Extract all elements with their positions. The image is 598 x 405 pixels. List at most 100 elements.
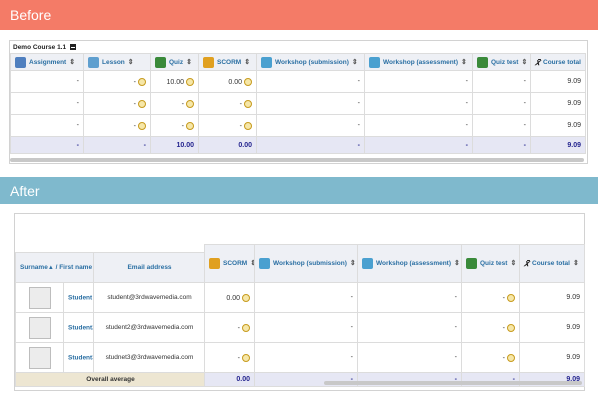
grade-cell[interactable]: 9.09 [519, 312, 585, 343]
grade-cell[interactable]: - [10, 92, 84, 115]
grade-cell[interactable]: - [83, 114, 151, 137]
before-scrollbar[interactable] [10, 158, 584, 162]
analysis-icon[interactable] [244, 99, 252, 108]
column-header[interactable]: 𝑥̄Course total⇕ [519, 244, 585, 283]
grade-cell[interactable]: - [256, 70, 365, 93]
grade-cell[interactable]: 9.09 [519, 342, 585, 373]
collapse-icon[interactable] [70, 44, 77, 50]
after-scrollbar[interactable] [324, 381, 582, 385]
grade-cell[interactable]: 0.00 [198, 70, 257, 93]
grade-cell[interactable]: - [254, 312, 358, 343]
analysis-icon[interactable] [138, 121, 146, 130]
column-header[interactable]: Workshop (assessment) ⇕ [364, 53, 473, 71]
column-header-label[interactable]: Workshop (submission) [273, 260, 347, 267]
grade-cell[interactable]: - [472, 92, 531, 115]
avatar[interactable] [28, 346, 51, 369]
column-header-label[interactable]: Quiz [169, 59, 183, 66]
sort-icon[interactable]: ⇕ [186, 59, 192, 66]
column-header-label[interactable]: Workshop (assessment) [383, 59, 458, 66]
sort-icon[interactable]: ⇕ [461, 59, 467, 66]
column-header[interactable]: 𝑥̄Course total⇕ [530, 53, 586, 71]
grade-cell[interactable]: - [461, 282, 520, 313]
grade-cell[interactable]: - [364, 114, 473, 137]
column-header[interactable]: Quiz ⇕ [150, 53, 199, 71]
column-header[interactable]: Workshop (submission) ⇕ [256, 53, 365, 71]
first-name-sort-link[interactable]: First name [59, 264, 92, 271]
sort-icon[interactable]: ⇕ [521, 59, 527, 66]
analysis-icon[interactable] [244, 121, 252, 130]
column-header[interactable]: Lesson ⇕ [83, 53, 151, 71]
grade-cell[interactable]: 10.00 [150, 70, 199, 93]
column-header[interactable]: Quiz test ⇕ [472, 53, 531, 71]
grade-cell[interactable]: - [256, 92, 365, 115]
avatar[interactable] [28, 316, 51, 339]
grade-cell[interactable]: - [364, 92, 473, 115]
analysis-icon[interactable] [138, 99, 146, 108]
grade-cell[interactable]: - [204, 312, 255, 343]
email-header-label[interactable]: Email address [127, 264, 171, 271]
analysis-icon[interactable] [186, 77, 194, 86]
sort-icon[interactable]: ⇕ [573, 260, 579, 267]
grade-cell[interactable]: - [461, 342, 520, 373]
column-header[interactable]: Assignment ⇕ [10, 53, 84, 71]
column-header-label[interactable]: Course total [543, 59, 581, 66]
column-header-label[interactable]: SCORM [223, 260, 247, 267]
grade-cell[interactable]: - [357, 342, 462, 373]
analysis-icon[interactable] [242, 353, 250, 362]
sort-icon[interactable]: ⇕ [454, 260, 460, 267]
column-header-label[interactable]: Quiz test [480, 260, 507, 267]
analysis-icon[interactable] [138, 77, 146, 86]
column-header-label[interactable]: Assignment [29, 59, 66, 66]
sort-icon[interactable]: ⇕ [352, 59, 358, 66]
analysis-icon[interactable] [507, 323, 515, 332]
grade-cell[interactable]: - [10, 114, 84, 137]
column-header-label[interactable]: Course total [532, 260, 570, 267]
student-name-link[interactable]: Student2 [68, 324, 93, 331]
analysis-icon[interactable] [242, 293, 250, 302]
column-header-label[interactable]: Workshop (assessment) [376, 260, 451, 267]
grade-cell[interactable]: - [357, 312, 462, 343]
grade-cell[interactable]: 0.00 [204, 282, 255, 313]
sort-icon[interactable]: ⇕ [69, 59, 75, 66]
sort-icon[interactable]: ⇕ [510, 260, 516, 267]
student-name-link[interactable]: Student3 [68, 354, 93, 361]
grade-cell[interactable]: - [357, 282, 462, 313]
grade-cell[interactable]: - [472, 114, 531, 137]
grade-cell[interactable]: - [198, 92, 257, 115]
grade-cell[interactable]: - [198, 114, 257, 137]
sort-icon[interactable]: ⇕ [350, 260, 356, 267]
column-header-label[interactable]: Workshop (submission) [275, 59, 349, 66]
grade-cell[interactable]: 9.09 [530, 114, 586, 137]
column-header[interactable]: SCORM⇕ [204, 244, 255, 283]
column-header[interactable]: Workshop (submission) ⇕ [254, 244, 358, 283]
grade-cell[interactable]: - [10, 70, 84, 93]
grade-cell[interactable]: - [83, 70, 151, 93]
sort-icon[interactable]: ⇕ [584, 59, 585, 66]
grade-cell[interactable]: - [204, 342, 255, 373]
column-header-label[interactable]: SCORM [217, 59, 241, 66]
column-header[interactable]: Quiz test ⇕ [461, 244, 520, 283]
sort-icon[interactable]: ⇕ [244, 59, 250, 66]
sort-icon[interactable]: ⇕ [128, 59, 134, 66]
grade-cell[interactable]: - [364, 70, 473, 93]
sort-icon[interactable]: ⇕ [250, 260, 253, 267]
grade-cell[interactable]: 9.09 [530, 92, 586, 115]
avatar[interactable] [28, 286, 51, 309]
grade-cell[interactable]: - [256, 114, 365, 137]
grade-cell[interactable]: 9.09 [519, 282, 585, 313]
column-header[interactable]: Workshop (assessment) ⇕ [357, 244, 462, 283]
column-header[interactable]: SCORM⇕ [198, 53, 257, 71]
analysis-icon[interactable] [186, 121, 194, 130]
analysis-icon[interactable] [244, 77, 252, 86]
grade-cell[interactable]: - [150, 114, 199, 137]
grade-cell[interactable]: - [472, 70, 531, 93]
analysis-icon[interactable] [186, 99, 194, 108]
grade-cell[interactable]: - [150, 92, 199, 115]
grade-cell[interactable]: - [461, 312, 520, 343]
grade-cell[interactable]: - [254, 282, 358, 313]
analysis-icon[interactable] [242, 323, 250, 332]
column-header-label[interactable]: Lesson [102, 59, 125, 66]
surname-sort-link[interactable]: Surname [20, 264, 48, 271]
analysis-icon[interactable] [507, 293, 515, 302]
column-header-label[interactable]: Quiz test [491, 59, 518, 66]
